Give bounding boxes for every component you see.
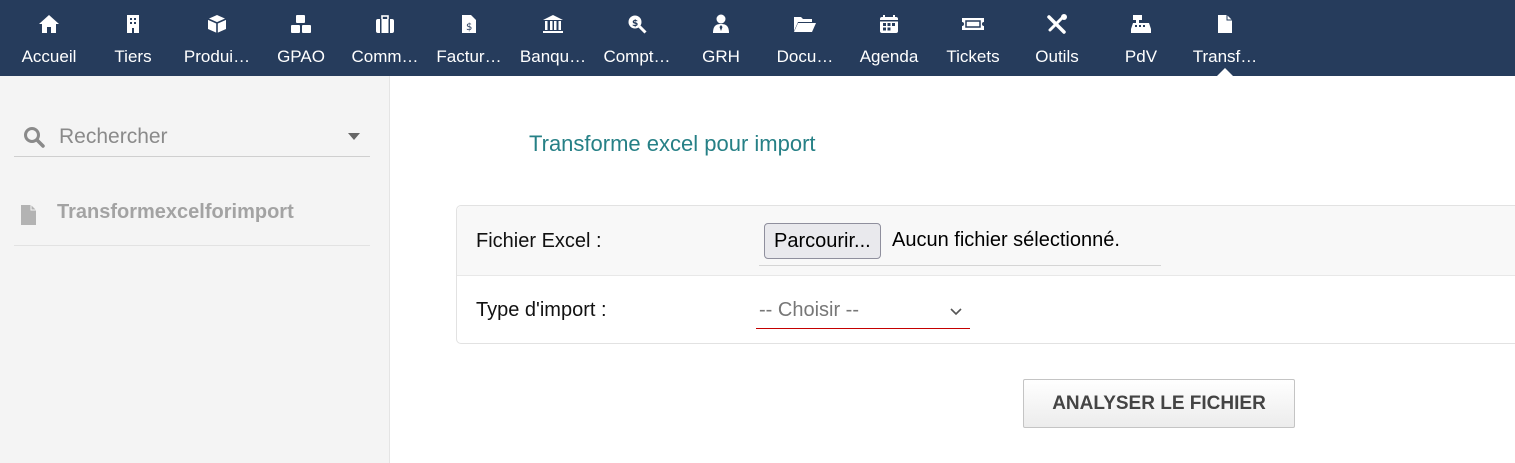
- import-form: Fichier Excel : Parcourir... Aucun fichi…: [456, 205, 1515, 344]
- page-title: Transforme excel pour import: [529, 131, 816, 156]
- home-icon: [37, 14, 61, 36]
- import-type-select[interactable]: -- Choisir --: [756, 294, 970, 329]
- nav-item-label: Comm…: [351, 47, 419, 66]
- file-status: Aucun fichier sélectionné.: [892, 229, 1120, 251]
- user-tie-icon: [709, 14, 733, 36]
- chevron-down-icon: [950, 304, 962, 322]
- suitcase-icon: [373, 14, 397, 36]
- tools-icon: [1045, 14, 1069, 36]
- nav-item-transformexcel[interactable]: Transf…: [1183, 0, 1267, 76]
- nav-item-comptabilite[interactable]: $ Compt…: [595, 0, 679, 76]
- file-label: Fichier Excel :: [476, 230, 602, 252]
- cube-icon: [205, 14, 229, 36]
- nav-item-outils[interactable]: Outils: [1015, 0, 1099, 76]
- file-input[interactable]: Parcourir... Aucun fichier sélectionné.: [759, 221, 1161, 266]
- nav-item-label: Outils: [1035, 47, 1079, 66]
- nav-item-tickets[interactable]: Tickets: [931, 0, 1015, 76]
- nav-item-label: Compt…: [603, 47, 671, 66]
- sidebar-item-label[interactable]: Transformexcelforimport: [57, 201, 294, 224]
- nav-item-label: Tickets: [946, 47, 1000, 66]
- nav-item-accueil[interactable]: Accueil: [7, 0, 91, 76]
- nav-item-label: Factur…: [436, 47, 502, 66]
- import-type-label: Type d'import :: [476, 299, 607, 321]
- nav-item-label: GRH: [702, 47, 740, 66]
- nav-item-agenda[interactable]: Agenda: [847, 0, 931, 76]
- left-sidebar: Transformexcelforimport: [0, 76, 390, 463]
- nav-item-documents[interactable]: Docu…: [763, 0, 847, 76]
- nav-item-label: Produi…: [183, 47, 251, 66]
- folder-open-icon: [793, 14, 817, 36]
- calendar-icon: [877, 14, 901, 36]
- nav-item-label: PdV: [1124, 47, 1158, 66]
- invoice-icon: $: [457, 14, 481, 36]
- chevron-down-icon[interactable]: [348, 133, 360, 140]
- search-box[interactable]: [14, 118, 370, 157]
- search-icon: [23, 126, 45, 153]
- cash-register-icon: [1129, 14, 1153, 36]
- nav-item-produits[interactable]: Produi…: [175, 0, 259, 76]
- top-menu-bar: Accueil Tiers Produi… GPAO Comm… $ Factu…: [0, 0, 1515, 76]
- nav-item-grh[interactable]: GRH: [679, 0, 763, 76]
- nav-item-tiers[interactable]: Tiers: [91, 0, 175, 76]
- file-icon: [20, 204, 37, 231]
- analyse-file-button[interactable]: ANALYSER LE FICHIER: [1023, 379, 1295, 428]
- nav-item-commercial[interactable]: Comm…: [343, 0, 427, 76]
- nav-item-label: Banqu…: [519, 47, 587, 66]
- nav-item-label: Docu…: [776, 47, 834, 66]
- nav-item-label: GPAO: [277, 47, 325, 66]
- browse-button[interactable]: Parcourir...: [764, 223, 881, 259]
- nav-item-label: Accueil: [21, 47, 77, 66]
- nav-item-banque[interactable]: Banqu…: [511, 0, 595, 76]
- building-icon: [121, 14, 145, 36]
- svg-text:$: $: [632, 19, 638, 29]
- nav-item-gpao[interactable]: GPAO: [259, 0, 343, 76]
- cubes-icon: [289, 14, 313, 36]
- file-icon: [1213, 14, 1237, 36]
- bank-icon: [541, 14, 565, 36]
- search-dollar-icon: $: [625, 14, 649, 36]
- search-input[interactable]: [59, 122, 329, 152]
- nav-item-label: Tiers: [114, 47, 152, 66]
- nav-item-label: Transf…: [1192, 47, 1258, 66]
- svg-text:$: $: [466, 22, 472, 33]
- ticket-icon: [961, 14, 985, 36]
- sidebar-item-transformexcelforimport[interactable]: Transformexcelforimport: [14, 188, 370, 246]
- nav-item-facturation[interactable]: $ Factur…: [427, 0, 511, 76]
- import-type-value: -- Choisir --: [759, 299, 859, 321]
- nav-item-pdv[interactable]: PdV: [1099, 0, 1183, 76]
- nav-item-label: Agenda: [859, 47, 919, 66]
